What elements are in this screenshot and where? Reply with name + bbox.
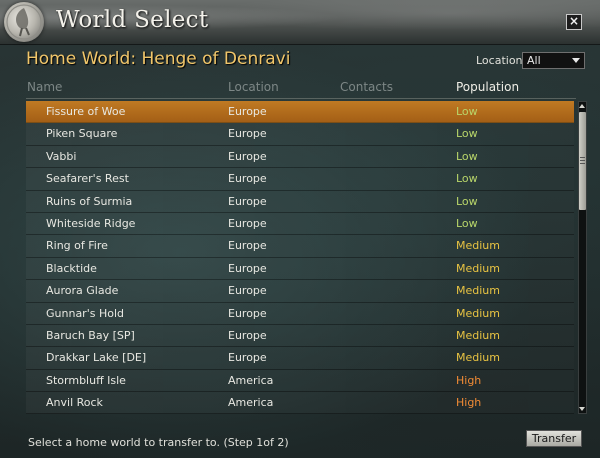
world-location: America xyxy=(228,396,274,410)
world-location: Europe xyxy=(228,194,267,208)
world-name: Baruch Bay [SP] xyxy=(46,328,135,342)
world-location: America xyxy=(228,373,274,387)
header-divider xyxy=(26,98,576,99)
world-name: Piken Square xyxy=(46,127,118,141)
world-row[interactable]: Baruch Bay [SP] Europe Medium xyxy=(26,324,574,348)
world-list: Fissure of Woe Europe Low Piken Square Europ… xyxy=(26,101,574,414)
world-location: Europe xyxy=(228,284,267,298)
world-population: Medium xyxy=(456,284,500,298)
world-list-scrollbar[interactable] xyxy=(578,101,587,414)
world-name: Aurora Glade xyxy=(46,284,119,298)
column-headers: Name Location Contacts Population xyxy=(0,80,600,96)
world-population: Low xyxy=(456,194,478,208)
world-population: Low xyxy=(456,149,478,163)
world-select-window: World Select × Home World: Henge of Denr… xyxy=(0,0,600,458)
world-location: Europe xyxy=(228,306,267,320)
column-header-contacts[interactable]: Contacts xyxy=(340,80,393,94)
world-name: Blacktide xyxy=(46,261,97,275)
world-row[interactable]: Stormbluff Isle America High xyxy=(26,369,574,393)
world-name: Fissure of Woe xyxy=(46,105,126,118)
chevron-down-icon xyxy=(572,58,580,63)
window-title: World Select xyxy=(56,7,209,33)
location-filter-dropdown[interactable]: All xyxy=(522,52,585,69)
column-header-name[interactable]: Name xyxy=(27,80,62,94)
world-row[interactable]: Anvil Rock America High xyxy=(26,392,574,414)
world-name: Seafarer's Rest xyxy=(46,172,129,186)
world-location: Europe xyxy=(228,351,267,365)
world-population: Low xyxy=(456,127,478,141)
scrollbar-thumb[interactable] xyxy=(579,112,586,210)
location-filter-value: All xyxy=(527,54,541,67)
location-filter-label: Location: xyxy=(476,54,527,67)
world-name: Vabbi xyxy=(46,149,77,163)
scroll-up-arrow-icon[interactable] xyxy=(579,102,586,111)
world-population: Medium xyxy=(456,351,500,365)
game-logo-icon xyxy=(4,2,44,42)
world-name: Ruins of Surmia xyxy=(46,194,133,208)
transfer-button[interactable]: Transfer xyxy=(526,430,582,447)
world-location: Europe xyxy=(228,172,267,186)
status-text: Select a home world to transfer to. (Ste… xyxy=(28,436,289,449)
world-row[interactable]: Drakkar Lake [DE] Europe Medium xyxy=(26,347,574,370)
world-location: Europe xyxy=(228,127,267,141)
world-name: Drakkar Lake [DE] xyxy=(46,351,147,365)
world-population: Low xyxy=(456,172,478,186)
world-location: Europe xyxy=(228,261,267,275)
world-row[interactable]: Aurora Glade Europe Medium xyxy=(26,280,574,303)
world-population: Medium xyxy=(456,306,500,320)
world-row[interactable]: Ruins of Surmia Europe Low xyxy=(26,190,574,213)
world-name: Gunnar's Hold xyxy=(46,306,124,320)
world-population: Medium xyxy=(456,239,500,253)
world-row[interactable]: Gunnar's Hold Europe Medium xyxy=(26,302,574,325)
title-bar: World Select × xyxy=(0,0,600,45)
world-row[interactable]: Blacktide Europe Medium xyxy=(26,257,574,281)
world-population: High xyxy=(456,396,482,410)
world-location: Europe xyxy=(228,149,267,163)
world-location: Europe xyxy=(228,239,267,253)
scroll-down-arrow-icon[interactable] xyxy=(579,404,586,413)
world-row[interactable]: Seafarer's Rest Europe Low xyxy=(26,168,574,191)
world-row[interactable]: Whiteside Ridge Europe Low xyxy=(26,212,574,236)
world-location: Europe xyxy=(228,328,267,342)
close-button[interactable]: × xyxy=(566,14,582,30)
world-row[interactable]: Ring of Fire Europe Medium xyxy=(26,235,574,258)
world-name: Anvil Rock xyxy=(46,396,103,410)
world-name: Whiteside Ridge xyxy=(46,216,136,230)
world-location: Europe xyxy=(228,105,267,118)
world-population: Medium xyxy=(456,261,500,275)
world-population: Low xyxy=(456,105,478,118)
column-header-population[interactable]: Population xyxy=(456,80,519,94)
world-row[interactable]: Piken Square Europe Low xyxy=(26,123,574,146)
grip-icon xyxy=(580,157,585,165)
home-world-heading: Home World: Henge of Denravi xyxy=(26,49,291,69)
world-name: Ring of Fire xyxy=(46,239,108,253)
world-population: High xyxy=(456,373,482,387)
world-name: Stormbluff Isle xyxy=(46,373,126,387)
world-row[interactable]: Fissure of Woe Europe Low xyxy=(26,101,574,124)
world-location: Europe xyxy=(228,216,267,230)
world-population: Medium xyxy=(456,328,500,342)
column-header-location[interactable]: Location xyxy=(228,80,279,94)
world-population: Low xyxy=(456,216,478,230)
world-row[interactable]: Vabbi Europe Low xyxy=(26,145,574,169)
